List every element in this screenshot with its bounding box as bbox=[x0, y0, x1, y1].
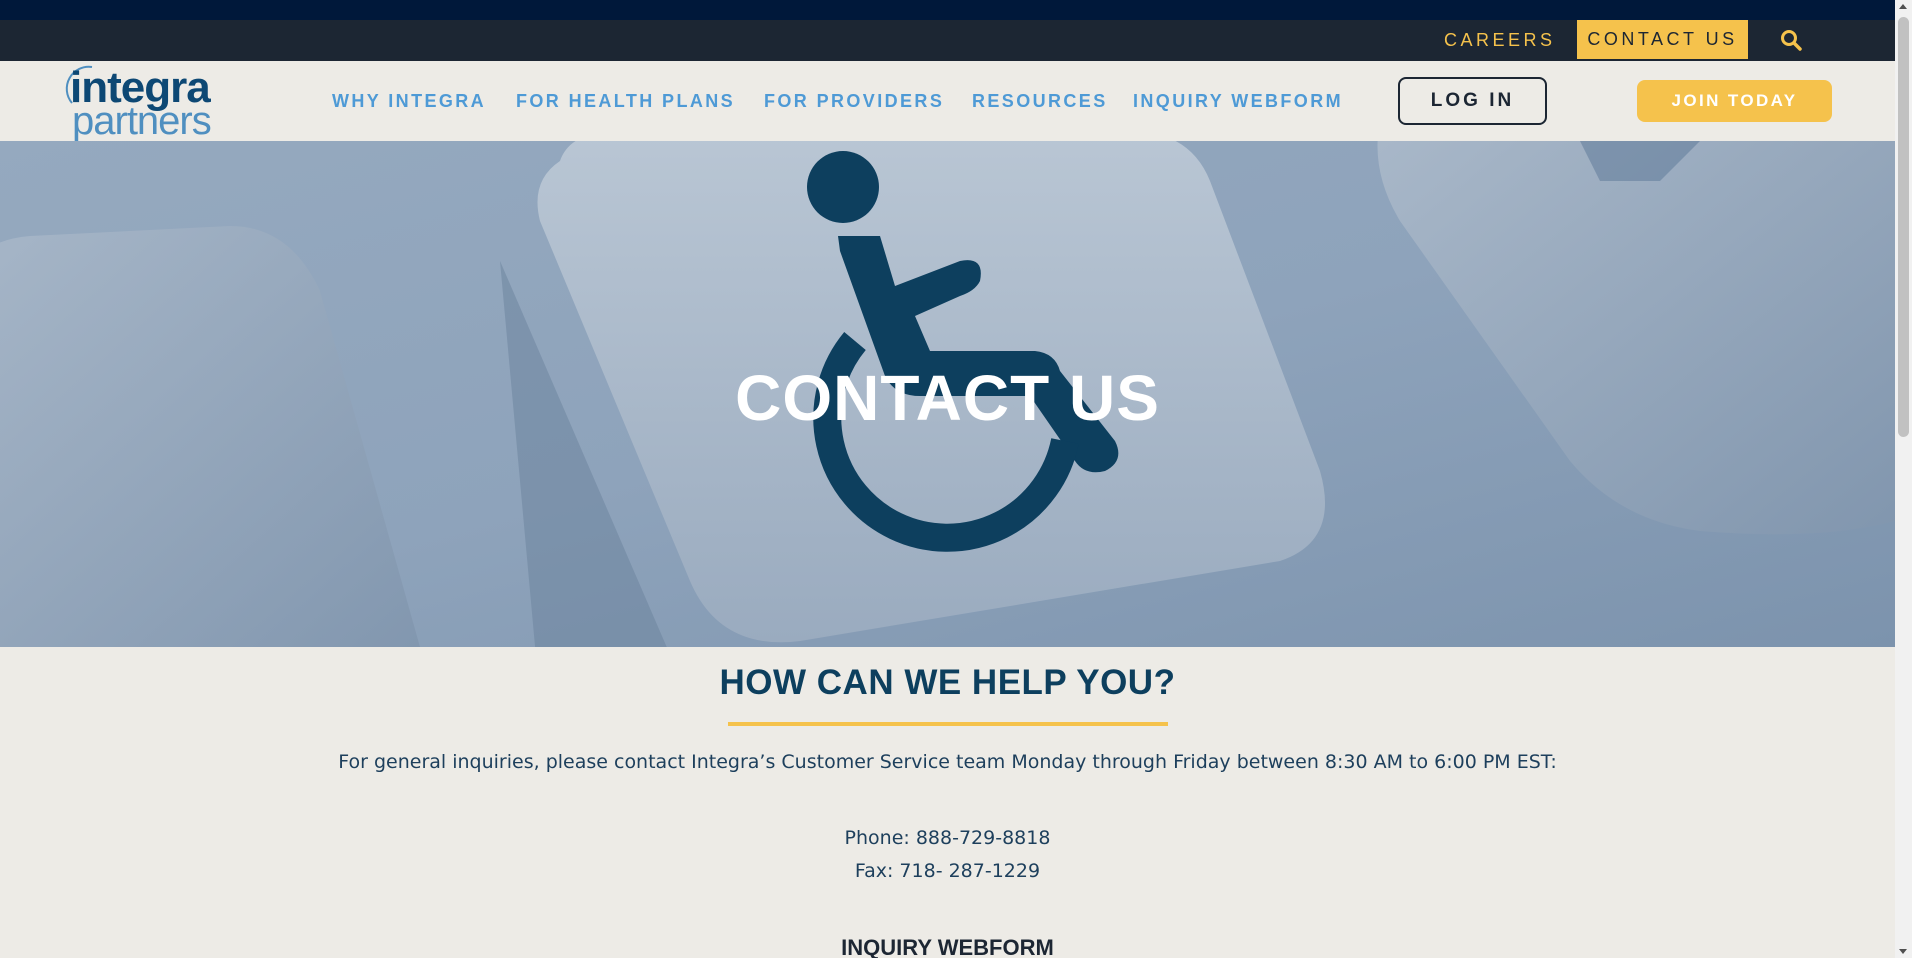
heading-underline bbox=[728, 722, 1168, 726]
nav-resources[interactable]: RESOURCES bbox=[972, 61, 1108, 141]
section-heading: HOW CAN WE HELP YOU? bbox=[719, 663, 1176, 702]
search-icon[interactable] bbox=[1779, 28, 1803, 52]
nav-inquiry-webform[interactable]: INQUIRY WEBFORM bbox=[1133, 61, 1343, 141]
nav-for-providers[interactable]: FOR PROVIDERS bbox=[764, 61, 944, 141]
contact-us-link[interactable]: CONTACT US bbox=[1577, 20, 1748, 59]
scrollbar-thumb[interactable] bbox=[1898, 17, 1909, 437]
nav-for-health-plans[interactable]: FOR HEALTH PLANS bbox=[516, 61, 735, 141]
logo-wordmark-bottom: partners bbox=[72, 99, 212, 143]
phone-number: Phone: 888-729-8818 bbox=[844, 827, 1051, 849]
scroll-down-arrow-icon[interactable] bbox=[1899, 949, 1907, 954]
general-inquiries-text: For general inquiries, please contact In… bbox=[338, 751, 1557, 773]
vertical-scrollbar[interactable] bbox=[1895, 0, 1912, 958]
inquiry-webform-heading: INQUIRY WEBFORM bbox=[841, 935, 1054, 958]
integra-partners-logo[interactable]: integra partners bbox=[62, 61, 232, 143]
contact-content: HOW CAN WE HELP YOU? For general inquiri… bbox=[0, 647, 1895, 958]
top-strip bbox=[0, 0, 1895, 20]
scroll-up-arrow-icon[interactable] bbox=[1899, 4, 1907, 9]
main-navigation: integra partners WHY INTEGRA FOR HEALTH … bbox=[0, 61, 1895, 143]
utility-bar: CAREERS CONTACT US bbox=[0, 20, 1895, 61]
nav-why-integra[interactable]: WHY INTEGRA bbox=[332, 61, 486, 141]
join-today-button[interactable]: JOIN TODAY bbox=[1637, 80, 1832, 122]
log-in-button[interactable]: LOG IN bbox=[1398, 77, 1547, 125]
hero-banner: CONTACT US bbox=[0, 141, 1895, 647]
hero-title: CONTACT US bbox=[735, 362, 1160, 434]
careers-link[interactable]: CAREERS bbox=[1444, 20, 1556, 61]
fax-number: Fax: 718- 287-1229 bbox=[854, 860, 1041, 882]
